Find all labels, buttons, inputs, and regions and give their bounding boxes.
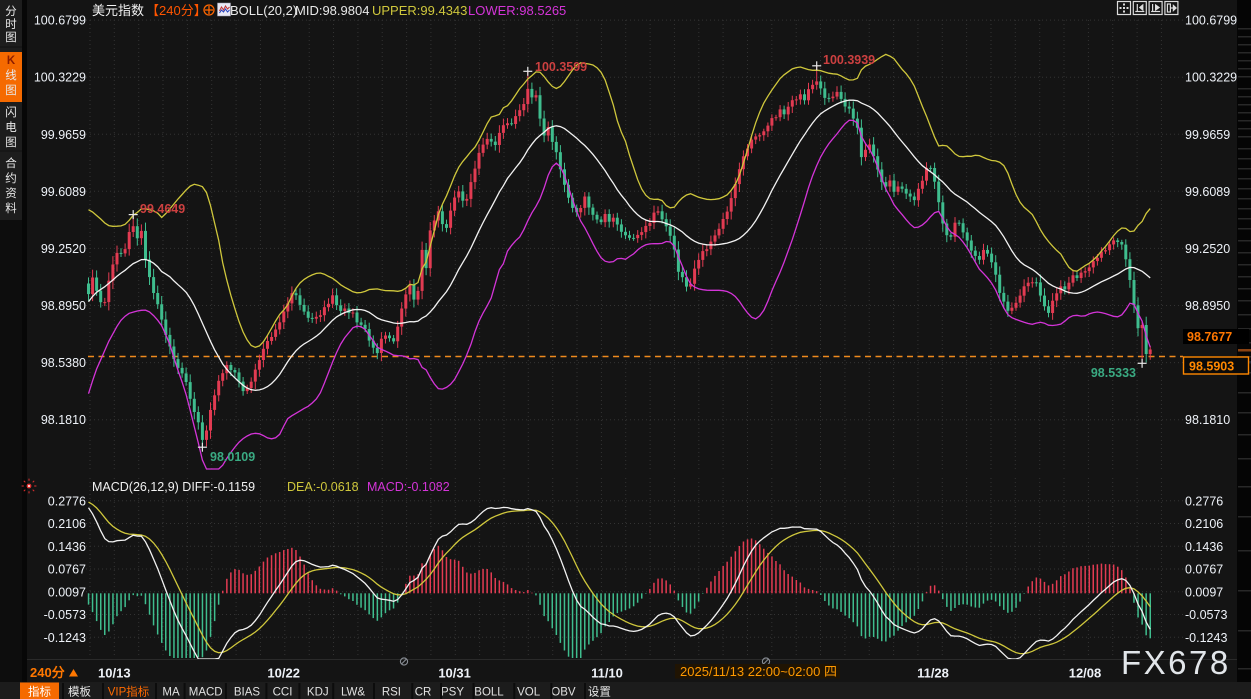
svg-text:设置: 设置 [588, 686, 611, 699]
svg-text:KDJ: KDJ [307, 687, 329, 699]
svg-text:-0.1243: -0.1243 [44, 631, 86, 645]
svg-text:MID:98.9804: MID:98.9804 [295, 3, 369, 18]
svg-text:LW&: LW& [341, 687, 365, 699]
svg-text:闪: 闪 [5, 105, 17, 119]
svg-text:0.0767: 0.0767 [1185, 563, 1223, 577]
svg-text:0.0097: 0.0097 [1185, 585, 1223, 599]
svg-text:100.3229: 100.3229 [1185, 71, 1237, 85]
svg-text:98.8950: 98.8950 [41, 299, 86, 313]
svg-text:VIP指标: VIP指标 [108, 685, 150, 699]
svg-text:OBV: OBV [551, 687, 576, 699]
svg-text:99.9659: 99.9659 [1185, 128, 1230, 142]
svg-text:料: 料 [5, 201, 17, 215]
svg-text:-0.0573: -0.0573 [1185, 608, 1227, 622]
svg-text:BOLL: BOLL [474, 687, 504, 699]
svg-text:10/31: 10/31 [438, 666, 471, 681]
svg-text:100.3939: 100.3939 [823, 53, 875, 67]
svg-text:11/10: 11/10 [591, 666, 623, 681]
svg-text:FX678: FX678 [1121, 644, 1231, 681]
svg-text:合: 合 [5, 156, 17, 170]
svg-text:0.2106: 0.2106 [1185, 517, 1223, 531]
svg-text:CCI: CCI [273, 687, 293, 699]
svg-text:100.6799: 100.6799 [1185, 14, 1237, 28]
svg-text:PSY: PSY [441, 687, 464, 699]
svg-text:99.4649: 99.4649 [140, 202, 185, 216]
svg-text:98.1810: 98.1810 [1185, 413, 1230, 427]
svg-text:98.1810: 98.1810 [41, 413, 86, 427]
svg-text:UPPER:99.4343: UPPER:99.4343 [372, 3, 467, 18]
svg-text:MACD: MACD [189, 687, 223, 699]
svg-text:99.2520: 99.2520 [1185, 242, 1230, 256]
svg-text:99.2520: 99.2520 [41, 242, 86, 256]
svg-text:12/08: 12/08 [1069, 666, 1102, 681]
svg-text:图: 图 [5, 31, 17, 44]
svg-text:0.0767: 0.0767 [48, 563, 86, 577]
svg-text:99.9659: 99.9659 [41, 128, 86, 142]
svg-text:【240分】: 【240分】 [146, 3, 207, 18]
svg-text:LOWER:98.5265: LOWER:98.5265 [468, 3, 566, 18]
svg-text:98.5380: 98.5380 [41, 356, 86, 370]
svg-text:98.7677: 98.7677 [1187, 330, 1232, 344]
svg-text:约: 约 [5, 171, 17, 185]
svg-text:线: 线 [5, 68, 17, 82]
svg-text:VOL: VOL [517, 687, 541, 699]
svg-text:0.1436: 0.1436 [1185, 540, 1223, 554]
svg-text:0.0097: 0.0097 [48, 585, 86, 599]
svg-text:电: 电 [5, 121, 17, 134]
svg-text:K: K [7, 55, 16, 67]
svg-text:240分: 240分 [30, 665, 65, 680]
svg-text:美元指数: 美元指数 [92, 3, 144, 18]
svg-text:98.8950: 98.8950 [1185, 299, 1230, 313]
svg-text:0.2776: 0.2776 [48, 494, 86, 508]
svg-text:分: 分 [5, 5, 17, 18]
svg-text:DEA:-0.0618: DEA:-0.0618 [287, 480, 359, 494]
svg-text:10/22: 10/22 [267, 666, 300, 681]
svg-text:2025/11/13 22:00~02:00 四: 2025/11/13 22:00~02:00 四 [680, 664, 837, 679]
svg-text:100.6799: 100.6799 [34, 14, 86, 28]
svg-text:99.6089: 99.6089 [41, 185, 86, 199]
svg-text:10/13: 10/13 [98, 666, 131, 681]
svg-text:0.2776: 0.2776 [1185, 494, 1223, 508]
svg-text:98.0109: 98.0109 [210, 450, 255, 464]
svg-text:100.3229: 100.3229 [34, 71, 86, 85]
svg-text:资: 资 [5, 187, 17, 200]
svg-text:MACD(26,12,9) DIFF:-0.1159: MACD(26,12,9) DIFF:-0.1159 [92, 480, 255, 494]
svg-text:-0.1243: -0.1243 [1185, 631, 1227, 645]
svg-text:图: 图 [5, 136, 17, 149]
svg-text:BOLL(20,2): BOLL(20,2) [230, 3, 297, 18]
svg-text:0.2106: 0.2106 [48, 517, 86, 531]
svg-text:0.1436: 0.1436 [48, 540, 86, 554]
svg-text:98.5333: 98.5333 [1091, 366, 1136, 380]
svg-text:BIAS: BIAS [234, 687, 261, 699]
svg-text:指标: 指标 [28, 685, 51, 699]
svg-text:99.6089: 99.6089 [1185, 185, 1230, 199]
svg-text:100.3599: 100.3599 [535, 60, 587, 74]
svg-text:MACD:-0.1082: MACD:-0.1082 [367, 480, 450, 494]
svg-text:RSI: RSI [382, 687, 401, 699]
svg-text:MA: MA [162, 687, 180, 699]
svg-text:时: 时 [5, 18, 17, 31]
svg-text:-0.0573: -0.0573 [44, 608, 86, 622]
svg-text:98.5903: 98.5903 [1189, 360, 1234, 374]
svg-text:CR: CR [415, 687, 432, 699]
svg-text:模板: 模板 [68, 685, 91, 699]
svg-text:图: 图 [5, 84, 17, 97]
svg-text:11/28: 11/28 [917, 666, 949, 681]
